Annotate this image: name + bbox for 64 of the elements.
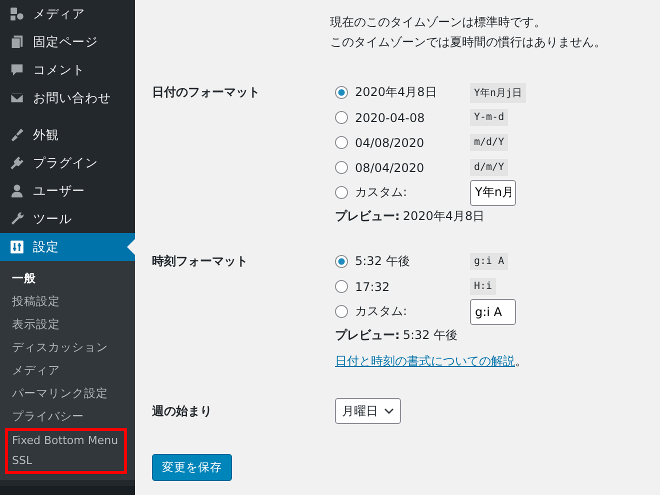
menu-item[interactable]: コメント (0, 56, 135, 84)
submenu-item[interactable]: 一般 (0, 267, 135, 290)
menu-item[interactable]: 設定 (0, 233, 135, 261)
menu-item[interactable]: ツール (0, 205, 135, 233)
submenu-item[interactable]: パーマリンク設定 (0, 382, 135, 405)
wrench-icon (9, 211, 25, 227)
speech-bubble-icon (9, 62, 25, 78)
submenu-item[interactable]: 投稿設定 (0, 290, 135, 313)
option-label: 5:32 午後 (355, 253, 411, 270)
radio-button[interactable] (335, 186, 348, 199)
menu-item[interactable]: 固定ページ (0, 28, 135, 56)
plug-icon (9, 155, 25, 171)
menu-item[interactable]: プラグイン (0, 149, 135, 177)
submenu-item[interactable]: 表示設定 (0, 313, 135, 336)
week-start-dropdown[interactable]: 月曜日 (335, 398, 401, 424)
option-label: 08/04/2020 (355, 160, 426, 174)
menu-item[interactable]: 外観 (0, 121, 135, 149)
sliders-icon (9, 239, 25, 255)
radio-button[interactable] (335, 280, 348, 293)
chevron-down-icon (384, 408, 394, 414)
pages-icon (9, 34, 25, 50)
period-text: 。 (515, 354, 527, 368)
custom-format-field[interactable]: g:i A (470, 298, 516, 324)
radio-button[interactable] (335, 136, 348, 149)
user-icon (9, 183, 25, 199)
format-code: Y年n月j日 (470, 82, 526, 102)
submenu-item[interactable]: メディア (0, 359, 135, 382)
timezone-note: 現在のこのタイムゾーンは標準時です。 (330, 14, 547, 31)
format-code: H:i (470, 278, 496, 295)
menu-item[interactable]: お問い合わせ (0, 84, 135, 112)
option-label: 2020年4月8日 (355, 84, 438, 101)
preview-value: 2020年4月8日 (402, 209, 485, 223)
radio-button[interactable] (335, 86, 348, 99)
media-icon (9, 6, 25, 22)
radio-button[interactable] (335, 161, 348, 174)
custom-format-field[interactable]: Y年n月 (470, 180, 516, 206)
help-link[interactable]: 日付と時刻の書式についての解説 (335, 354, 515, 368)
format-code: g:i A (470, 253, 508, 270)
submenu-item[interactable]: ディスカッション (0, 336, 135, 359)
format-code: m/d/Y (470, 134, 508, 151)
preview-label: プレビュー: (335, 328, 400, 342)
timezone-note: このタイムゾーンでは夏時間の慣行はありません。 (330, 34, 607, 51)
menu-item[interactable]: ユーザー (0, 177, 135, 205)
radio-button[interactable] (335, 111, 348, 124)
radio-button[interactable] (335, 305, 348, 318)
radio-button[interactable] (335, 255, 348, 268)
option-label: カスタム: (355, 303, 408, 320)
option-label: カスタム: (355, 184, 408, 201)
option-label: 17:32 (355, 280, 391, 294)
field-label: 時刻フォーマット (152, 253, 249, 270)
submenu-item[interactable]: プライバシー (0, 405, 135, 428)
preview-value: 5:32 午後 (402, 328, 458, 342)
menu-item[interactable]: メディア (0, 0, 135, 28)
format-code: Y-m-d (470, 109, 508, 126)
brush-icon (9, 127, 25, 143)
field-label: 週の始まり (152, 402, 213, 420)
field-label: 日付のフォーマット (152, 84, 261, 101)
submenu-item[interactable]: SSL (8, 451, 124, 471)
option-label: 04/08/2020 (355, 136, 426, 150)
preview-label: プレビュー: (335, 209, 400, 223)
format-code: d/m/Y (470, 159, 508, 176)
submenu-item[interactable]: Fixed Bottom Menu (8, 431, 124, 451)
save-button[interactable]: 変更を保存 (152, 454, 232, 481)
option-label: 2020-04-08 (355, 110, 426, 124)
